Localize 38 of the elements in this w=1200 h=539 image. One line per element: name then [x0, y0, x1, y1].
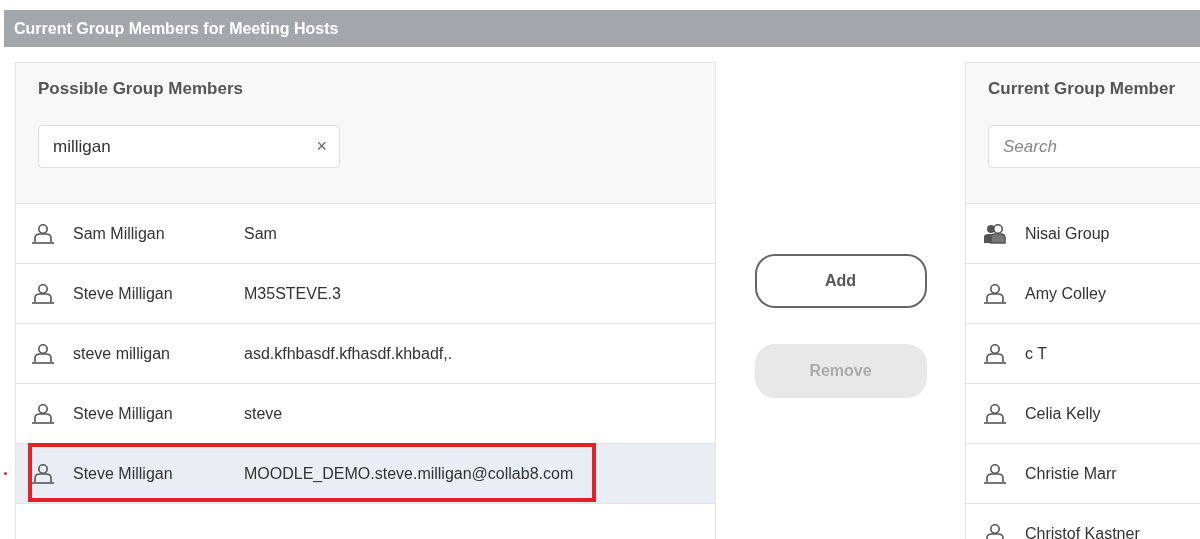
user-icon — [983, 282, 1007, 305]
user-icon — [983, 342, 1007, 365]
member-name: Steve Milligan — [73, 464, 174, 483]
group-icon — [983, 222, 1007, 245]
list-row[interactable]: Sam Milligan Sam — [16, 204, 715, 264]
member-login: Sam — [244, 224, 277, 243]
clear-button[interactable]: × — [316, 136, 327, 157]
user-icon — [31, 402, 55, 425]
list-row[interactable]: steve milligan asd.kfhbasdf.kfhasdf.khbadf,. — [16, 324, 715, 384]
member-name: steve milligan — [73, 344, 171, 363]
member-name: Steve Milligan — [73, 404, 174, 423]
search-field[interactable]: Search — [988, 125, 1200, 168]
list-row[interactable]: Steve Milligan M35STEVE.3 — [16, 264, 715, 324]
marker-dot — [4, 472, 7, 475]
member-name: Christie Marr — [1025, 464, 1117, 483]
panel-title: Possible Group Members — [38, 79, 244, 99]
member-name: Sam Milligan — [73, 224, 166, 243]
member-name: c T — [1025, 344, 1047, 363]
member-login: M35STEVE.3 — [244, 284, 341, 303]
user-icon — [983, 522, 1007, 539]
section-title: Current Group Members for Meeting Hosts — [14, 19, 339, 38]
action-button[interactable]: Add — [754, 254, 927, 308]
member-login: asd.kfhbasdf.kfhasdf.khbadf,. — [244, 344, 453, 363]
member-login: steve — [244, 404, 283, 423]
user-icon — [31, 222, 55, 245]
member-name: Christof Kastner — [1025, 524, 1140, 539]
member-name: Celia Kelly — [1025, 404, 1101, 423]
user-icon — [983, 402, 1007, 425]
member-name: Steve Milligan — [73, 284, 174, 303]
member-name: Amy Colley — [1025, 284, 1106, 303]
search-field[interactable]: milligan × — [38, 125, 340, 168]
user-icon — [31, 342, 55, 365]
panel-title: Current Group Member — [988, 79, 1177, 99]
member-login: MOODLE_DEMO.steve.milligan@collab8.com — [244, 464, 574, 483]
user-icon — [31, 462, 55, 485]
user-icon — [31, 282, 55, 305]
user-icon — [983, 462, 1007, 485]
member-name: Nisai Group — [1025, 224, 1110, 243]
